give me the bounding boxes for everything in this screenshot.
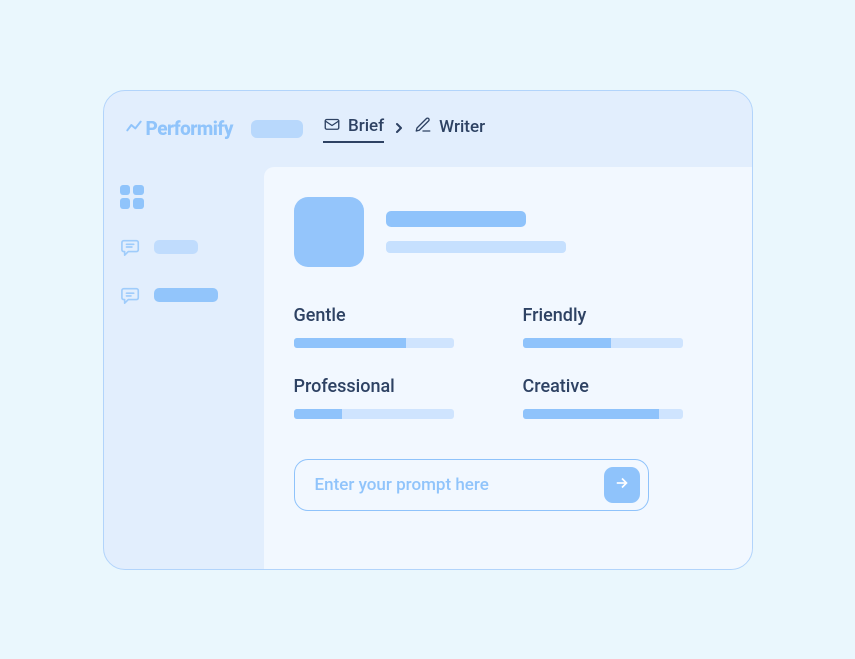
content: Gentle Friendly Professional bbox=[264, 167, 752, 569]
breadcrumb-brief[interactable]: Brief bbox=[323, 115, 384, 143]
slider-professional-fill bbox=[294, 409, 342, 419]
slider-gentle-label: Gentle bbox=[294, 305, 483, 326]
slider-friendly-label: Friendly bbox=[523, 305, 712, 326]
breadcrumb: Brief Writer bbox=[323, 115, 485, 143]
subtitle-placeholder bbox=[386, 241, 566, 253]
slider-creative-track bbox=[523, 409, 683, 419]
card-header bbox=[294, 197, 712, 267]
logo-mark-icon bbox=[126, 117, 142, 140]
prompt-placeholder: Enter your prompt here bbox=[315, 475, 604, 495]
logo-text: Performify bbox=[146, 117, 233, 140]
logo: Performify bbox=[126, 117, 233, 140]
pen-icon bbox=[414, 116, 432, 139]
slider-gentle-track bbox=[294, 338, 454, 348]
dashboard-icon[interactable] bbox=[120, 185, 144, 209]
avatar bbox=[294, 197, 364, 267]
breadcrumb-writer[interactable]: Writer bbox=[414, 116, 485, 142]
app-window: Performify Brief bbox=[103, 90, 753, 570]
slider-friendly-track bbox=[523, 338, 683, 348]
chat-icon bbox=[120, 285, 142, 305]
slider-professional-label: Professional bbox=[294, 376, 483, 397]
topbar: Performify Brief bbox=[104, 91, 752, 167]
slider-professional-track bbox=[294, 409, 454, 419]
top-placeholder bbox=[251, 120, 303, 138]
slider-friendly-fill bbox=[523, 338, 611, 348]
slider-creative[interactable]: Creative bbox=[523, 376, 712, 419]
breadcrumb-brief-label: Brief bbox=[348, 116, 384, 136]
arrow-right-icon bbox=[613, 474, 631, 496]
slider-creative-fill bbox=[523, 409, 659, 419]
sidebar-item-1-label bbox=[154, 240, 198, 254]
slider-friendly[interactable]: Friendly bbox=[523, 305, 712, 348]
send-button[interactable] bbox=[604, 467, 640, 503]
prompt-input[interactable]: Enter your prompt here bbox=[294, 459, 649, 511]
slider-creative-label: Creative bbox=[523, 376, 712, 397]
title-placeholder bbox=[386, 211, 526, 227]
sidebar-item-2-label bbox=[154, 288, 218, 302]
slider-gentle-fill bbox=[294, 338, 406, 348]
card-lines bbox=[386, 211, 566, 253]
chevron-right-icon bbox=[394, 120, 404, 138]
breadcrumb-writer-label: Writer bbox=[439, 117, 485, 137]
sidebar-item-2[interactable] bbox=[120, 285, 248, 305]
note-icon bbox=[120, 237, 142, 257]
sidebar bbox=[104, 167, 264, 569]
slider-gentle[interactable]: Gentle bbox=[294, 305, 483, 348]
sidebar-item-1[interactable] bbox=[120, 237, 248, 257]
tone-sliders: Gentle Friendly Professional bbox=[294, 305, 712, 419]
envelope-icon bbox=[323, 115, 341, 138]
body: Gentle Friendly Professional bbox=[104, 167, 752, 569]
slider-professional[interactable]: Professional bbox=[294, 376, 483, 419]
